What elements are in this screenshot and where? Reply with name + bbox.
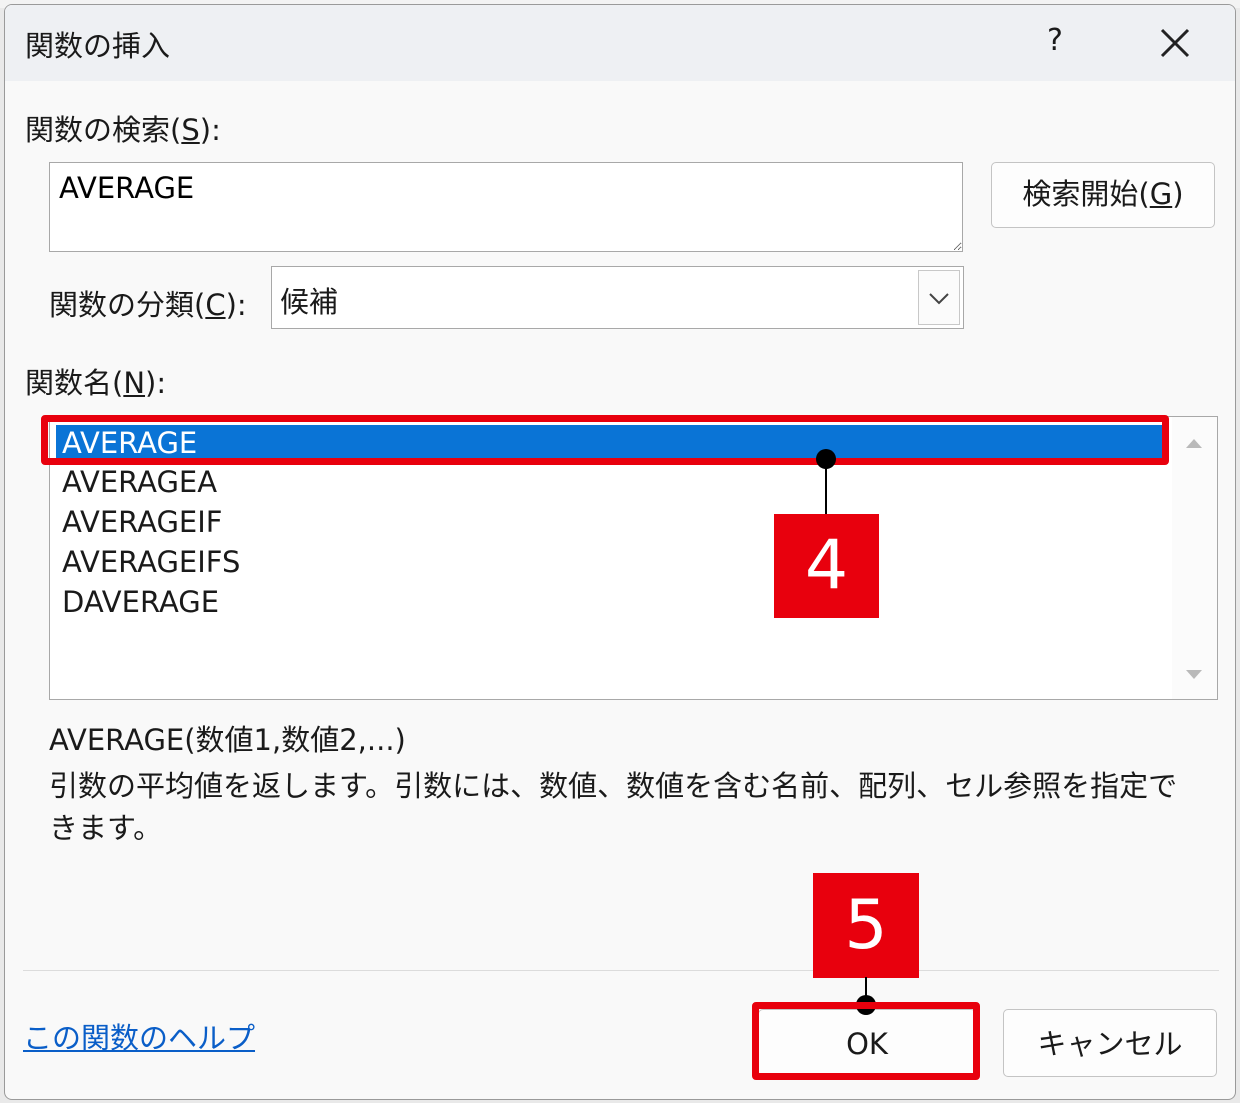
function-help-link[interactable]: この関数のヘルプ xyxy=(23,1015,255,1057)
step-4-badge: 4 xyxy=(774,514,879,618)
list-item[interactable]: AVERAGEA xyxy=(56,464,1166,500)
category-select[interactable]: 候補 xyxy=(271,266,964,329)
search-label: 関数の検索(S): xyxy=(25,107,221,149)
category-label-prefix: 関数の分類( xyxy=(49,288,206,322)
callout-line-step4 xyxy=(825,465,827,515)
search-label-mnemonic: S xyxy=(181,113,200,147)
search-button-suffix: ) xyxy=(1172,177,1184,211)
step-5-badge: 5 xyxy=(813,873,919,978)
category-label-mnemonic: C xyxy=(205,288,226,322)
function-label-mnemonic: N xyxy=(123,366,146,400)
category-selected-value: 候補 xyxy=(280,285,339,319)
search-label-suffix: ): xyxy=(199,113,221,147)
search-button-prefix: 検索開始( xyxy=(1022,177,1150,211)
help-button[interactable]: ? xyxy=(1035,21,1075,61)
footer-divider xyxy=(23,970,1219,971)
scroll-up-icon[interactable] xyxy=(1184,435,1204,455)
search-start-button[interactable]: 検索開始(G) xyxy=(991,162,1215,228)
close-icon[interactable] xyxy=(1153,21,1197,65)
category-label-suffix: ): xyxy=(225,288,247,322)
function-label-prefix: 関数名( xyxy=(25,366,124,400)
function-label-suffix: ): xyxy=(145,366,167,400)
list-item[interactable]: AVERAGEIF xyxy=(56,504,1166,540)
insert-function-dialog: 関数の挿入 ? 関数の検索(S): 検索開始(G) 関数の分類(C): 候補 関… xyxy=(4,4,1236,1100)
chevron-down-icon[interactable] xyxy=(918,270,960,325)
dialog-title: 関数の挿入 xyxy=(25,29,171,63)
highlight-ok-button xyxy=(752,1002,980,1080)
function-description: 引数の平均値を返します。引数には、数値、数値を含む名前、配列、セル参照を指定でき… xyxy=(49,769,1178,845)
list-item[interactable]: AVERAGEIFS xyxy=(56,544,1166,580)
function-signature: AVERAGE(数値1,数値2,...) xyxy=(49,723,406,757)
search-button-mnemonic: G xyxy=(1149,177,1173,211)
scroll-down-icon[interactable] xyxy=(1184,667,1204,687)
cancel-button[interactable]: キャンセル xyxy=(1003,1009,1217,1077)
function-name-label: 関数名(N): xyxy=(25,360,166,402)
list-scrollbar[interactable] xyxy=(1172,417,1217,699)
highlight-selected-function xyxy=(41,415,1169,465)
category-label: 関数の分類(C): xyxy=(49,282,247,324)
list-item[interactable]: DAVERAGE xyxy=(56,584,1166,620)
search-label-prefix: 関数の検索( xyxy=(25,113,182,147)
search-input[interactable] xyxy=(49,162,963,252)
title-bar: 関数の挿入 ? xyxy=(5,5,1235,81)
